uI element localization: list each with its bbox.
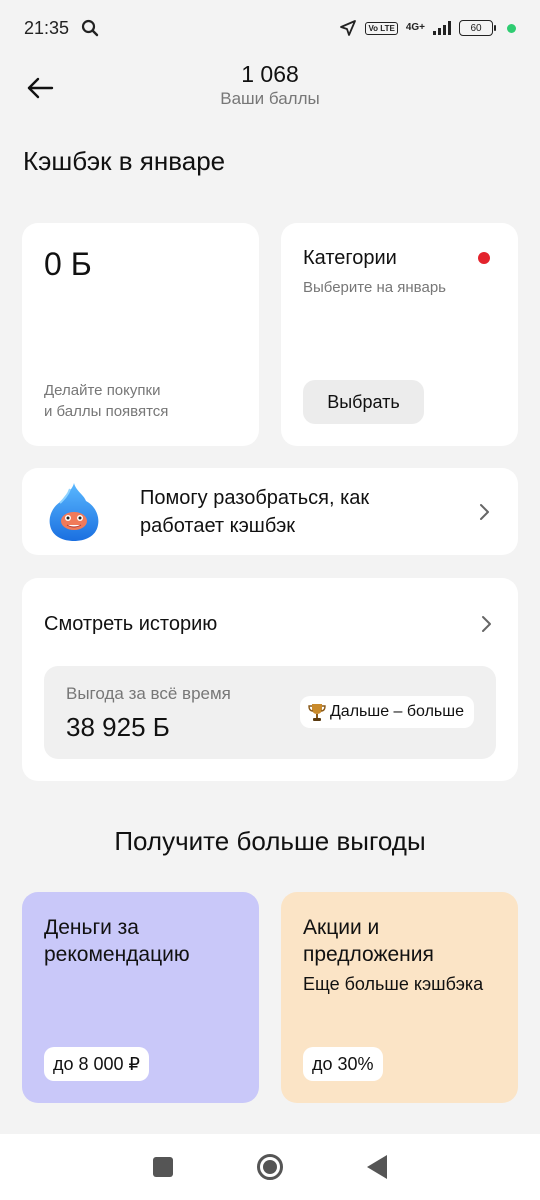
trophy-icon <box>308 704 326 721</box>
status-left: 21:35 <box>24 18 99 39</box>
points-label: Ваши баллы <box>220 89 320 108</box>
status-right: Vo LTE 4G+ 60 <box>339 19 516 37</box>
benefit-badge[interactable]: Дальше – больше <box>299 696 474 728</box>
battery-level: 60 <box>470 22 482 34</box>
notification-dot <box>478 252 490 264</box>
balance-value: 0 Б <box>44 246 92 282</box>
history-title: Смотреть историю <box>44 612 218 635</box>
balance-hint-line2: и баллы появятся <box>44 403 169 420</box>
help-text-line2: работает кэшбэк <box>140 514 296 537</box>
privacy-indicator-dot <box>507 23 516 33</box>
chevron-right-icon <box>480 503 489 520</box>
categories-title: Категории <box>303 247 397 269</box>
more-benefits-title: Получите больше выгоды <box>114 826 426 856</box>
benefit-badge-label: Дальше – больше <box>329 703 464 720</box>
deals-title-line1: Акции и <box>303 916 380 939</box>
network-type: 4G+ <box>405 22 425 33</box>
referral-title: Деньги за рекомендацию <box>44 914 237 968</box>
status-bar: 21:35 Vo LTE 4G+ 60 <box>0 0 540 56</box>
deals-card[interactable]: Акции и предложения Еще больше кэшбэка д… <box>281 892 518 1103</box>
categories-subtitle: Выберите на январь <box>303 279 446 296</box>
referral-badge: до 8 000 ₽ <box>44 1047 150 1081</box>
recents-icon[interactable] <box>153 1157 173 1177</box>
referral-card[interactable]: Деньги за рекомендацию до 8 000 ₽ <box>22 892 259 1103</box>
view-history-row[interactable]: Смотреть историю <box>44 604 496 644</box>
deals-title-line2: предложения <box>303 943 434 966</box>
help-text: Помогу разобраться, как работает кэшбэк <box>140 484 474 540</box>
cashback-help-card[interactable]: Помогу разобраться, как работает кэшбэк <box>22 468 518 555</box>
choose-categories-button[interactable]: Выбрать <box>303 380 424 424</box>
help-text-line1: Помогу разобраться, как <box>140 486 370 509</box>
referral-title-line1: Деньги за <box>44 916 139 939</box>
system-navbar <box>0 1134 540 1200</box>
total-benefit-box: Выгода за всё время 38 925 Б Дальше – бо… <box>44 666 496 759</box>
search-icon <box>81 19 99 37</box>
points-value: 1 068 <box>241 61 299 87</box>
back-icon[interactable] <box>367 1155 387 1179</box>
signal-icon <box>433 21 451 35</box>
benefit-label: Выгода за всё время <box>66 684 231 703</box>
location-arrow-icon <box>340 20 357 36</box>
header-center: 1 068 Ваши баллы <box>0 60 540 110</box>
status-time: 21:35 <box>24 17 70 38</box>
chevron-right-icon <box>482 616 491 632</box>
benefit-value: 38 925 Б <box>66 712 170 742</box>
header: 1 068 Ваши баллы <box>0 56 540 126</box>
balance-hint: Делайте покупки и баллы появятся <box>44 380 168 422</box>
deals-title: Акции и предложения <box>303 914 496 968</box>
deals-subtitle: Еще больше кэшбэка <box>303 974 484 994</box>
section-title: Кэшбэк в январе <box>23 146 226 176</box>
battery-icon: 60 <box>459 20 496 36</box>
home-icon[interactable] <box>257 1154 283 1180</box>
balance-hint-line1: Делайте покупки <box>44 382 161 399</box>
history-card: Смотреть историю Выгода за всё время 38 … <box>22 578 518 781</box>
mascot-icon <box>49 482 99 541</box>
categories-card[interactable]: Категории Выберите на январь Выбрать <box>281 223 518 446</box>
volte-badge: Vo LTE <box>365 21 398 35</box>
referral-title-line2: рекомендацию <box>44 943 190 966</box>
deals-badge: до 30% <box>303 1047 383 1081</box>
cashback-balance-card: 0 Б Делайте покупки и баллы появятся <box>22 223 259 446</box>
